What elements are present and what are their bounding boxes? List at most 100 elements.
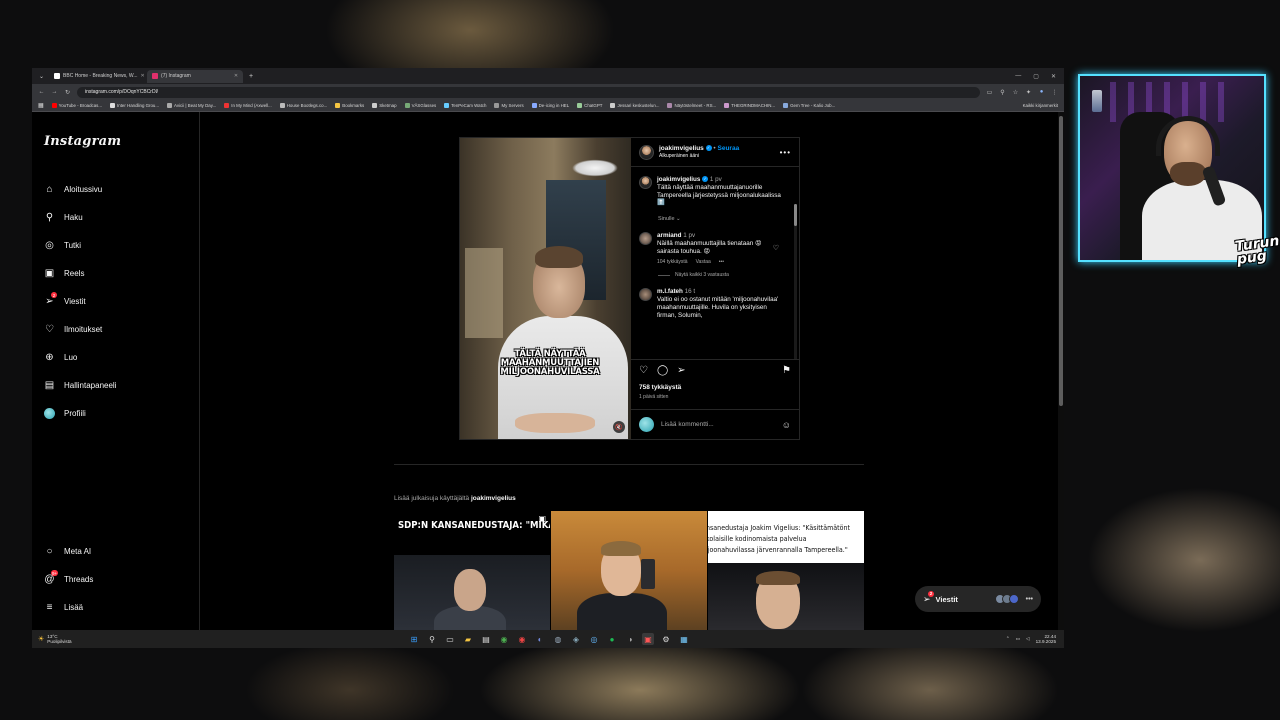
sidebar-item-ilmoitukset[interactable]: ♡ Ilmoitukset [44, 315, 116, 343]
bookmark-item[interactable]: Inter Handling Grou... [110, 103, 159, 108]
author-username[interactable]: joakimvigelius [657, 176, 700, 183]
bookmark-item[interactable]: Bookmarks [335, 103, 364, 108]
bookmark-item[interactable]: Avicii | Beat My Day... [167, 103, 216, 108]
bookmark-item[interactable]: THEGRINDMACHIN... [724, 103, 775, 108]
bookmark-item[interactable]: De-icing in HEL [531, 103, 569, 108]
star-icon[interactable]: ☆ [1012, 89, 1019, 96]
sidebar-item-threads[interactable]: @9+ Threads [44, 565, 93, 593]
comment-likes[interactable]: 104 tykkäystä [657, 259, 688, 267]
sidebar-item-reels[interactable]: ▣ Reels [44, 259, 116, 287]
view-replies[interactable]: Näytä kaikki 3 vastausta [658, 272, 791, 278]
follow-button[interactable]: Seuraa [718, 145, 740, 152]
bookmark-item[interactable]: Gem Tree - Kalio Job... [783, 103, 835, 108]
close-tab-icon[interactable]: ✕ [234, 73, 238, 79]
commenter-avatar[interactable] [639, 232, 652, 246]
task-view-icon[interactable]: ▭ [444, 633, 456, 645]
sidebar-item-lisää[interactable]: ≡ Lisää [44, 593, 93, 621]
post-video[interactable]: TÄLTÄ NÄYTTÄÄ MAAHANMUUTTAJIEN MILJOONAH… [460, 138, 631, 439]
weather-widget[interactable]: ☀ 13°C Puolipilvistä [32, 634, 72, 644]
start-icon[interactable]: ⊞ [408, 633, 420, 645]
comments-scrollbar[interactable] [794, 204, 797, 359]
commenter-username[interactable]: armiand [657, 232, 682, 239]
steam-icon[interactable]: ◍ [552, 633, 564, 645]
search-icon[interactable]: ⚲ [426, 633, 438, 645]
maximize-icon[interactable]: ▢ [1033, 73, 1039, 80]
bookmark-item[interactable]: My Servers [494, 103, 524, 108]
comment-icon[interactable]: ◯ [657, 365, 668, 376]
cast-icon[interactable]: ▭ [986, 89, 993, 96]
page-scrollbar[interactable] [1058, 112, 1064, 630]
file-explorer-icon[interactable]: ▰ [462, 633, 474, 645]
more-posts-user[interactable]: joakimvigelius [471, 495, 516, 502]
sidebar-item-tutki[interactable]: ◎ Tutki [44, 231, 116, 259]
app-icon[interactable]: ▦ [678, 633, 690, 645]
reload-icon[interactable]: ↻ [64, 89, 71, 96]
zoom-icon[interactable]: ⚲ [999, 89, 1006, 96]
tab-bbc[interactable]: BBC Home - Breaking News, W... ✕ [49, 70, 145, 83]
bookmark-item[interactable]: Jessari keskustelun... [610, 103, 659, 108]
url-field[interactable]: instagram.com/p/DOqnYCBCrDl/ [77, 86, 980, 98]
discord-icon[interactable]: ◐ [534, 633, 546, 645]
app-icon[interactable]: ◎ [588, 633, 600, 645]
tab-search-icon[interactable]: ⌄ [36, 73, 47, 80]
minimize-icon[interactable]: — [1015, 73, 1021, 80]
network-icon[interactable]: ▭ [1016, 636, 1020, 642]
bookmark-item[interactable]: TenPeCam Watch [444, 103, 486, 108]
spotify-icon[interactable]: ● [606, 633, 618, 645]
apps-grid-icon[interactable]: ▦ [38, 102, 44, 109]
menu-dots-icon[interactable]: ⋮ [1051, 89, 1058, 96]
close-tab-icon[interactable]: ✕ [141, 73, 145, 79]
clock[interactable]: 22.44 13.9.2025 [1036, 634, 1056, 645]
more-options-icon[interactable]: ••• [780, 148, 791, 157]
grid-post[interactable]: nsanedustaja Joakim Vigelius: "Käsittämä… [708, 511, 864, 630]
sidebar-item-hallintapaneeli[interactable]: ▤ Hallintapaneeli [44, 371, 117, 399]
sort-dropdown[interactable]: Sinulle ⌄ [658, 216, 791, 222]
audio-label[interactable]: Alkuperäinen ääni [659, 153, 739, 159]
obs-icon[interactable]: ▣ [642, 633, 654, 645]
bookmark-item[interactable]: House Bootlegs.co... [279, 103, 327, 108]
extensions-icon[interactable]: ✦ [1025, 89, 1032, 96]
emoji-icon[interactable]: ☺ [782, 420, 791, 430]
sidebar-item-luo[interactable]: ⊕ Luo [44, 343, 116, 371]
messages-floating-button[interactable]: ➢ 2 Viestit ••• [915, 586, 1041, 612]
bookmark-item[interactable]: In My Mind (Axwell... [224, 103, 272, 108]
volume-icon[interactable]: ◁ [1026, 636, 1030, 642]
like-icon[interactable]: ♡ [639, 365, 648, 376]
commenter-avatar[interactable] [639, 288, 652, 302]
share-icon[interactable]: ➢ [677, 365, 685, 376]
author-username[interactable]: joakimvigelius [659, 145, 704, 152]
instagram-logo[interactable]: Instagram [44, 134, 121, 149]
new-tab-icon[interactable]: + [245, 73, 257, 80]
all-bookmarks[interactable]: Kaikki kirjanmerkit [1023, 103, 1058, 108]
close-window-icon[interactable]: ✕ [1051, 73, 1056, 80]
grid-post[interactable] [551, 511, 707, 630]
author-avatar[interactable] [639, 144, 654, 160]
store-icon[interactable]: ▤ [480, 633, 492, 645]
tab-instagram[interactable]: (7) Instagram ✕ [147, 69, 244, 83]
bookmark-item[interactable]: Sketmap [372, 103, 397, 108]
chrome-icon[interactable]: ◉ [498, 633, 510, 645]
commenter-username[interactable]: m.l.fateh [657, 288, 683, 295]
settings-icon[interactable]: ⚙ [660, 633, 672, 645]
bookmark-item[interactable]: Näytöstelmeet - RS... [667, 103, 716, 108]
chrome-alt-icon[interactable]: ◉ [516, 633, 528, 645]
mute-icon[interactable]: 🔇 [613, 421, 625, 433]
more-icon[interactable]: ••• [1026, 596, 1033, 603]
bookmark-item[interactable]: ChatGPT [577, 103, 602, 108]
grid-post[interactable]: SDP:N KANSANEDUSTAJA: "MIKÄ ALIJÄÄMÄ? MI… [394, 511, 550, 630]
like-comment-icon[interactable]: ♡ [773, 244, 779, 252]
app-icon[interactable]: ◑ [624, 633, 636, 645]
bookmark-item[interactable]: VÄSGlasses [404, 103, 436, 108]
sidebar-item-aloitussivu[interactable]: ⌂ Aloitussivu [44, 175, 116, 203]
author-avatar[interactable] [639, 176, 652, 189]
add-comment-input[interactable]: Lisää kommentti... [661, 421, 714, 428]
bookmark-item[interactable]: YouTube - Broadcas... [51, 103, 102, 108]
tray-chevron-icon[interactable]: ⌃ [1006, 636, 1010, 642]
comment-options-icon[interactable]: ••• [719, 259, 724, 267]
sidebar-item-profiili[interactable]: Profiili [44, 399, 116, 427]
back-icon[interactable]: ← [38, 89, 45, 95]
forward-icon[interactable]: → [51, 89, 58, 95]
reply-button[interactable]: Vastaa [696, 259, 711, 267]
sidebar-item-viestit[interactable]: ➢ 2 Viestit [44, 287, 116, 315]
sidebar-item-haku[interactable]: ⚲ Haku [44, 203, 116, 231]
